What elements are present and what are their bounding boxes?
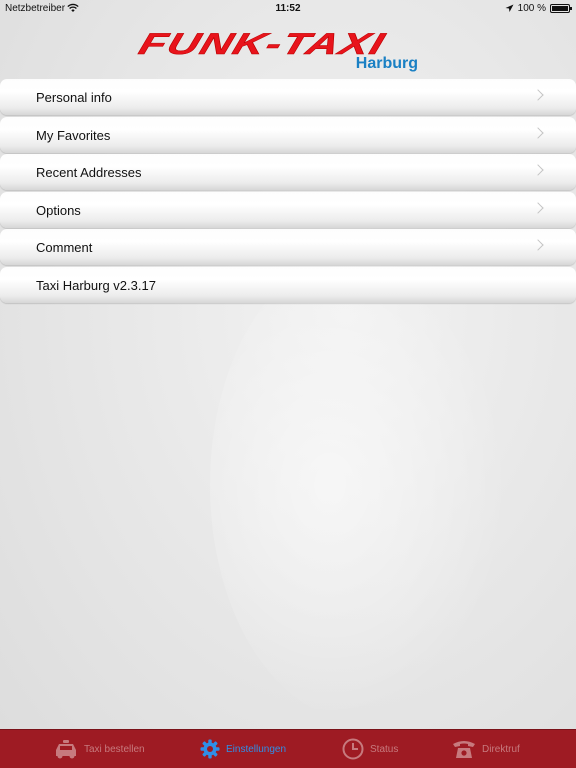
chevron-right-icon xyxy=(532,126,544,139)
location-arrow-icon xyxy=(505,4,514,12)
tab-label: Status xyxy=(370,743,399,755)
clock-time: 11:52 xyxy=(275,3,301,14)
clock-icon xyxy=(342,738,364,760)
tab-label: Taxi bestellen xyxy=(84,743,145,755)
menu-item-personal-info[interactable]: Personal info xyxy=(0,79,576,115)
battery-fill xyxy=(552,6,568,11)
menu-item-version: Taxi Harburg v2.3.17 xyxy=(0,266,576,303)
menu-item-label: My Favorites xyxy=(36,127,111,143)
menu-item-label: Recent Addresses xyxy=(36,165,142,180)
tab-status[interactable]: Status xyxy=(342,730,398,768)
menu-item-label: Comment xyxy=(36,240,93,255)
menu-item-options[interactable]: Options xyxy=(0,191,576,228)
menu-item-label: Personal info xyxy=(36,90,112,105)
version-label: Taxi Harburg v2.3.17 xyxy=(36,277,156,293)
battery-percent: 100 % xyxy=(517,3,546,14)
status-bar: Netzbetreiber 11:52 100 % xyxy=(0,0,576,18)
background-decoration xyxy=(210,250,510,720)
menu-item-label: Options xyxy=(36,202,81,218)
menu-item-my-favorites[interactable]: My Favorites xyxy=(0,116,576,153)
tab-label: Einstellungen xyxy=(226,743,287,755)
chevron-right-icon xyxy=(532,201,544,214)
tab-bar: Taxi bestellen Einstellungen Status Dire… xyxy=(0,729,576,768)
logo-subtitle: Harburg xyxy=(355,55,418,72)
taxi-icon xyxy=(56,740,76,759)
tab-label: Direktruf xyxy=(482,743,520,755)
chevron-right-icon xyxy=(532,89,544,101)
tab-einstellungen[interactable]: Einstellungen xyxy=(200,730,286,768)
chevron-right-icon xyxy=(532,239,544,251)
tab-direktruf[interactable]: Direktruf xyxy=(452,730,520,768)
menu-item-comment[interactable]: Comment xyxy=(0,229,576,265)
status-right: 100 % xyxy=(505,3,572,14)
menu-item-recent-addresses[interactable]: Recent Addresses xyxy=(0,154,576,190)
battery-icon xyxy=(550,4,572,13)
gear-icon xyxy=(200,739,220,759)
app-logo: FUNK-TAXI Harburg xyxy=(135,26,430,78)
chevron-right-icon xyxy=(532,164,544,176)
tab-taxi-bestellen[interactable]: Taxi bestellen xyxy=(54,730,145,768)
logo-brand-text: FUNK-TAXI xyxy=(134,28,390,62)
phone-icon xyxy=(453,741,475,758)
settings-menu: Personal info My Favorites Recent Addres… xyxy=(0,79,576,304)
